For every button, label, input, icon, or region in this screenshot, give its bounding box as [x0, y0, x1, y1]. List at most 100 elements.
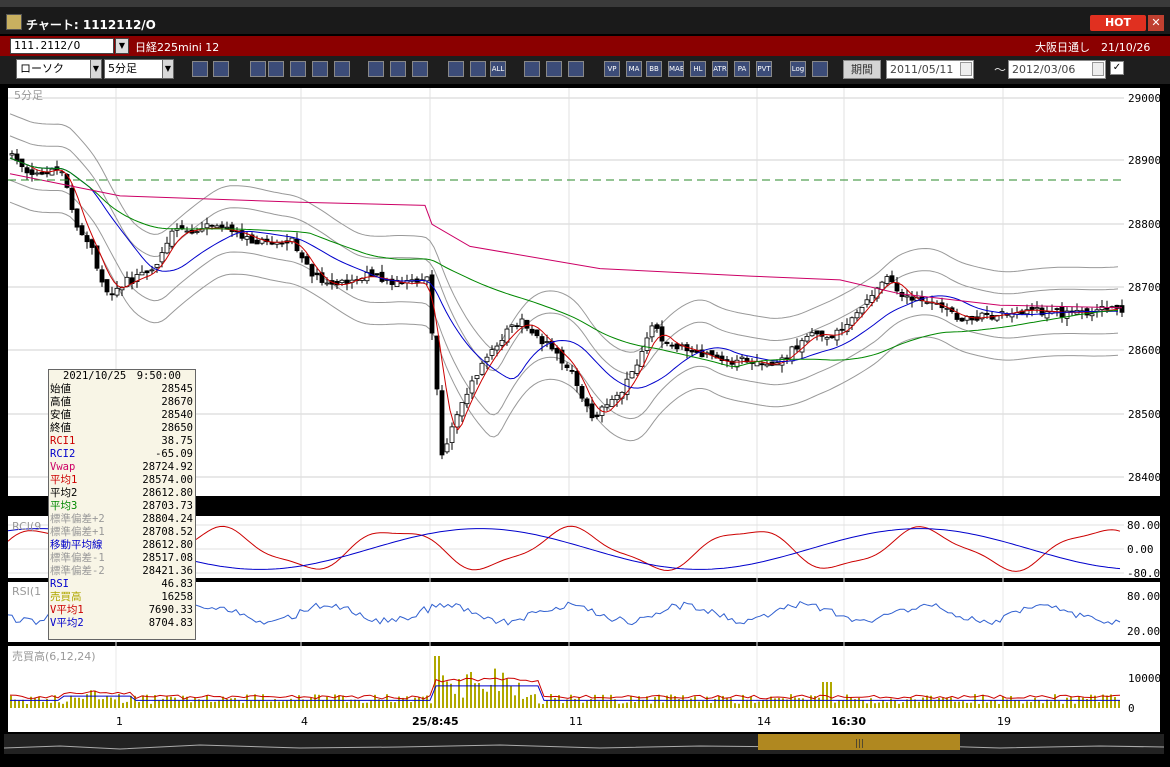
period-button[interactable]: 期間	[843, 60, 881, 79]
toolbar-log-button[interactable]: Log	[790, 61, 806, 77]
volume-bar	[270, 701, 272, 708]
volume-bar	[206, 695, 208, 708]
candle-body	[474, 375, 480, 380]
toolbar-draw-line-button[interactable]	[368, 61, 384, 77]
candle-body	[424, 276, 430, 282]
volume-bar	[278, 701, 280, 708]
toolbar-vp-button[interactable]: VP	[604, 61, 620, 77]
volume-bar	[866, 703, 868, 708]
candle-body	[554, 347, 560, 354]
volume-bar	[830, 682, 832, 708]
candle-body	[959, 317, 965, 322]
volume-bar	[570, 694, 572, 708]
volume-bar	[610, 694, 612, 708]
calendar-icon[interactable]	[960, 62, 972, 76]
info-value: 38.75	[161, 435, 193, 447]
toolbar-pvt-button[interactable]: PVT	[756, 61, 772, 77]
candle-body	[1104, 307, 1110, 310]
volume-bar	[662, 702, 664, 708]
toolbar-snap-button[interactable]	[812, 61, 828, 77]
info-row: 高値 28670	[49, 396, 195, 409]
toolbar-atr-button[interactable]: ATR	[712, 61, 728, 77]
candle-body	[529, 328, 535, 334]
volume-bar	[166, 696, 168, 708]
volume-bar	[710, 703, 712, 708]
apply-checkbox[interactable]: ✓	[1110, 61, 1124, 75]
toolbar-redo-button[interactable]	[412, 61, 428, 77]
volume-bar	[22, 699, 24, 708]
candle-body	[909, 296, 915, 301]
candle-body	[514, 325, 520, 328]
toolbar-ind5-button[interactable]	[334, 61, 350, 77]
volume-bar	[138, 702, 140, 708]
toolbar-color-button[interactable]	[568, 61, 584, 77]
toolbar-zoom-button[interactable]	[192, 61, 208, 77]
toolbar-ma-button[interactable]: MA	[626, 61, 642, 77]
volume-bar	[390, 701, 392, 708]
toolbar-mae-button[interactable]: MAE	[668, 61, 684, 77]
rci-tick-label: 0.00	[1127, 543, 1154, 556]
info-row: V平均2 8704.83	[49, 617, 195, 630]
volume-bar	[1114, 696, 1116, 708]
info-label: RCI1	[50, 435, 76, 447]
toolbar-hl-button[interactable]: HL	[690, 61, 706, 77]
chart-scrollbar[interactable]	[4, 734, 1164, 754]
volume-bar	[798, 698, 800, 708]
toolbar-all-button[interactable]: ALL	[490, 61, 506, 77]
symbol-dropdown-icon[interactable]: ▼	[115, 38, 129, 54]
candle-body	[659, 326, 665, 342]
candle-body	[879, 281, 885, 290]
candle-body	[564, 364, 570, 369]
volume-bar	[874, 703, 876, 708]
candle-body	[1054, 308, 1060, 310]
volume-bar	[970, 702, 972, 708]
toolbar-cursor-button[interactable]	[213, 61, 229, 77]
candle-body	[324, 282, 330, 285]
candle-body	[794, 345, 800, 350]
candle-body	[84, 235, 90, 243]
volume-bar	[842, 700, 844, 708]
toolbar-ind2-button[interactable]	[268, 61, 284, 77]
volume-bar	[218, 700, 220, 708]
candle-body	[809, 332, 815, 337]
candle-body	[314, 272, 320, 276]
volume-bar	[658, 694, 660, 708]
toolbar-pa-button[interactable]: PA	[734, 61, 750, 77]
candle-body	[674, 343, 680, 350]
toolbar-ind1-button[interactable]	[250, 61, 266, 77]
toolbar-gear-button[interactable]	[524, 61, 540, 77]
hot-button[interactable]: HOT	[1090, 15, 1146, 31]
symbol-input[interactable]: 111.2112/O	[10, 38, 114, 54]
info-row: 平均2 28612.80	[49, 487, 195, 500]
candle-body	[154, 264, 160, 268]
candle-body	[579, 386, 585, 399]
volume-bar	[122, 702, 124, 708]
toolbar-ind4-button[interactable]	[312, 61, 328, 77]
info-value: -65.09	[155, 448, 193, 460]
volume-bar	[922, 697, 924, 708]
toolbar-ind3-button[interactable]	[290, 61, 306, 77]
toolbar-bb-button[interactable]: BB	[646, 61, 662, 77]
candle-body	[634, 364, 640, 374]
volume-bar	[26, 703, 28, 708]
volume-bar	[250, 700, 252, 708]
candle-body	[29, 169, 35, 175]
price-tick-label: 28400	[1128, 471, 1161, 484]
chart-type-dropdown-icon[interactable]: ▼	[90, 59, 102, 79]
toolbar-bar1-button[interactable]	[448, 61, 464, 77]
candle-body	[1044, 311, 1050, 319]
toolbar-select-button[interactable]	[390, 61, 406, 77]
candle-body	[374, 273, 380, 276]
volume-bar	[310, 697, 312, 708]
candle-body	[544, 341, 550, 343]
close-icon[interactable]: ✕	[1148, 15, 1164, 31]
calendar-icon[interactable]	[1092, 62, 1104, 76]
volume-bar	[986, 702, 988, 708]
volume-bar	[458, 679, 460, 708]
candle-body	[669, 344, 675, 347]
volume-bar	[898, 703, 900, 708]
interval-dropdown-icon[interactable]: ▼	[162, 59, 174, 79]
info-label: 標準偏差+1	[50, 526, 105, 538]
toolbar-tool-button[interactable]	[546, 61, 562, 77]
toolbar-bar2-button[interactable]	[470, 61, 486, 77]
